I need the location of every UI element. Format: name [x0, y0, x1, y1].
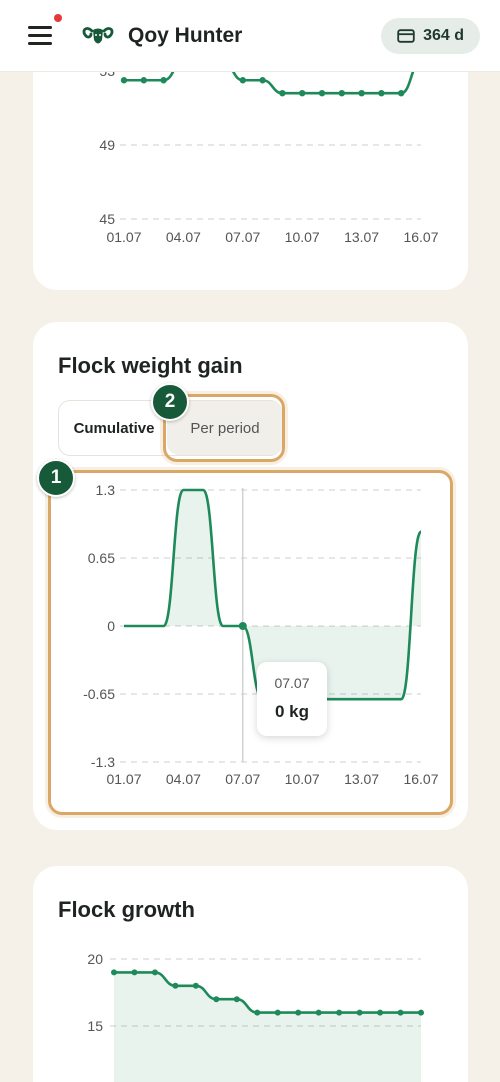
area-fill — [114, 972, 421, 1082]
x-tick-label: 07.07 — [225, 771, 260, 787]
chart-tooltip: 07.07 0 kg — [257, 662, 327, 736]
step-badge-2: 2 — [151, 383, 189, 421]
tooltip-value: 0 kg — [274, 702, 310, 721]
data-point — [254, 1009, 261, 1016]
x-tick-label: 10.07 — [285, 771, 320, 787]
x-tick-label: 16.07 — [403, 229, 438, 245]
x-tick-label: 01.07 — [106, 229, 141, 245]
data-point — [239, 77, 246, 84]
x-tick-label: 13.07 — [344, 229, 379, 245]
y-tick-label: 1.3 — [96, 482, 116, 498]
weight-gain-card: Flock weight gain Cumulative Per period … — [33, 322, 468, 830]
data-point — [151, 969, 158, 976]
x-tick-label: 07.07 — [225, 229, 260, 245]
y-tick-label: 20 — [87, 951, 103, 967]
data-point — [295, 1009, 302, 1016]
data-point — [192, 982, 199, 989]
active-point — [238, 622, 247, 630]
data-point — [279, 90, 286, 97]
data-point — [233, 996, 240, 1003]
data-point — [358, 90, 365, 97]
ram-head-icon — [82, 27, 114, 44]
days-badge[interactable]: 364 d — [381, 18, 480, 54]
data-point — [213, 996, 220, 1003]
data-point — [336, 1009, 343, 1016]
weight-gain-chart: 1.3 0.65 0 -0.65 -1.301.07 04.07 07.07 10.07 13.… — [83, 482, 439, 787]
data-point — [120, 77, 128, 84]
x-tick-label: 16.07 — [403, 771, 438, 787]
y-tick-label: 0 — [107, 618, 115, 634]
y-tick-label: 0.65 — [88, 550, 115, 566]
x-tick-label: 13.07 — [344, 771, 379, 787]
data-point — [398, 90, 405, 97]
data-point — [299, 90, 306, 97]
data-point — [397, 1009, 404, 1016]
hamburger-menu-icon[interactable] — [26, 22, 56, 50]
data-point — [111, 969, 117, 976]
data-point — [338, 90, 345, 97]
days-badge-label: 364 d — [423, 27, 464, 44]
y-tick-label: -1.3 — [91, 754, 115, 770]
x-tick-label: 04.07 — [166, 771, 201, 787]
data-point — [274, 1009, 281, 1016]
data-point — [140, 77, 147, 84]
x-tick-label: 04.07 — [166, 229, 201, 245]
x-tick-label: 10.07 — [285, 229, 320, 245]
tooltip-date: 07.07 — [274, 675, 310, 691]
x-tick-label: 01.07 — [106, 771, 141, 787]
app-header: Qoy Hunter 364 d — [0, 0, 500, 72]
data-point — [131, 969, 138, 976]
y-tick-label: 49 — [99, 137, 115, 153]
y-tick-label: -0.65 — [83, 686, 115, 702]
step-badge-1: 1 — [37, 459, 75, 497]
data-point — [172, 982, 179, 989]
data-point — [160, 77, 167, 84]
flock-growth-chart: 2015 — [87, 951, 424, 1082]
data-point — [315, 1009, 322, 1016]
app-title: Qoy Hunter — [128, 24, 243, 47]
notification-dot — [54, 14, 62, 22]
data-point — [356, 1009, 363, 1016]
flock-growth-card: Flock growth 20 15 — [33, 866, 468, 1082]
y-tick-label: 45 — [99, 211, 115, 227]
y-tick-label: 15 — [87, 1018, 103, 1034]
data-point — [318, 90, 326, 97]
data-point — [259, 77, 266, 84]
data-point — [377, 1009, 384, 1016]
calendar-card-icon — [397, 29, 415, 43]
data-point — [418, 1009, 424, 1016]
data-point — [378, 90, 385, 97]
